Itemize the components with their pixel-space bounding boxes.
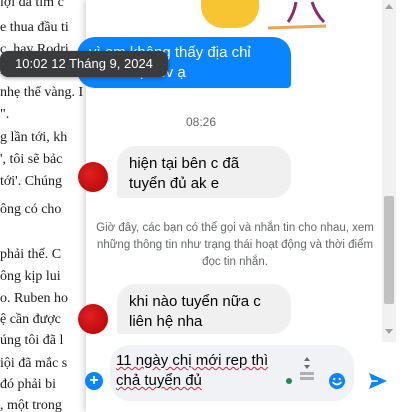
incoming-message-bubble[interactable]: hiện tại bên c đã tuyển đủ ak e [117, 146, 291, 198]
message-time-tooltip: 10:02 12 Tháng 9, 2024 [0, 51, 168, 77]
chat-timestamp: 08:26 [185, 115, 217, 129]
article-line: phải thế. C [0, 247, 62, 262]
emoji-icon[interactable] [328, 372, 346, 390]
article-line: úng tôi đã l [0, 333, 64, 348]
grammar-status-icon[interactable] [286, 378, 292, 384]
article-line: , một trong [0, 398, 62, 412]
sticker-image [86, 0, 386, 36]
scroll-down-arrow-icon[interactable] [385, 329, 393, 334]
article-line: lợi đã tìm c [0, 0, 64, 10]
article-line: o. Ruben ho [0, 291, 69, 306]
article-line: đó phải bi [0, 377, 56, 392]
article-line: ', tôi sẽ bảc [0, 152, 63, 167]
sticker-shape [201, 0, 259, 28]
send-icon[interactable] [368, 372, 388, 390]
article-line: g lần tới, kh [0, 130, 68, 145]
sticker-lines [267, 1, 327, 30]
article-line: e thua đầu ti [0, 20, 69, 35]
article-line: ông kịp lui [0, 269, 61, 284]
article-line: iội đã mắc s [0, 356, 68, 371]
avatar[interactable] [78, 162, 108, 192]
article-line: ệ cần được [0, 312, 61, 327]
article-line: tới'. Chúng [0, 174, 63, 189]
grammar-tool-icon[interactable] [300, 372, 314, 386]
message-input-text[interactable]: 11 ngày chị mới rep thì chả tuyển đủ [116, 351, 286, 391]
article-line: ông có cho [0, 202, 62, 217]
scrollbar-thumb[interactable] [384, 196, 394, 304]
avatar[interactable] [78, 304, 108, 334]
incoming-message-bubble[interactable]: khi nào tuyển nữa c liên hệ nha [117, 284, 291, 334]
spin-down-icon[interactable] [304, 365, 310, 369]
scroll-up-arrow-icon[interactable] [385, 4, 393, 9]
article-line: nhẹ thể vàng. I [0, 85, 84, 100]
spin-up-icon[interactable] [304, 357, 310, 361]
plus-icon[interactable]: + [85, 372, 103, 390]
system-notice: Giờ đây, các bạn có thể gọi và nhắn tin … [96, 222, 374, 268]
article-line: ". [0, 107, 10, 122]
